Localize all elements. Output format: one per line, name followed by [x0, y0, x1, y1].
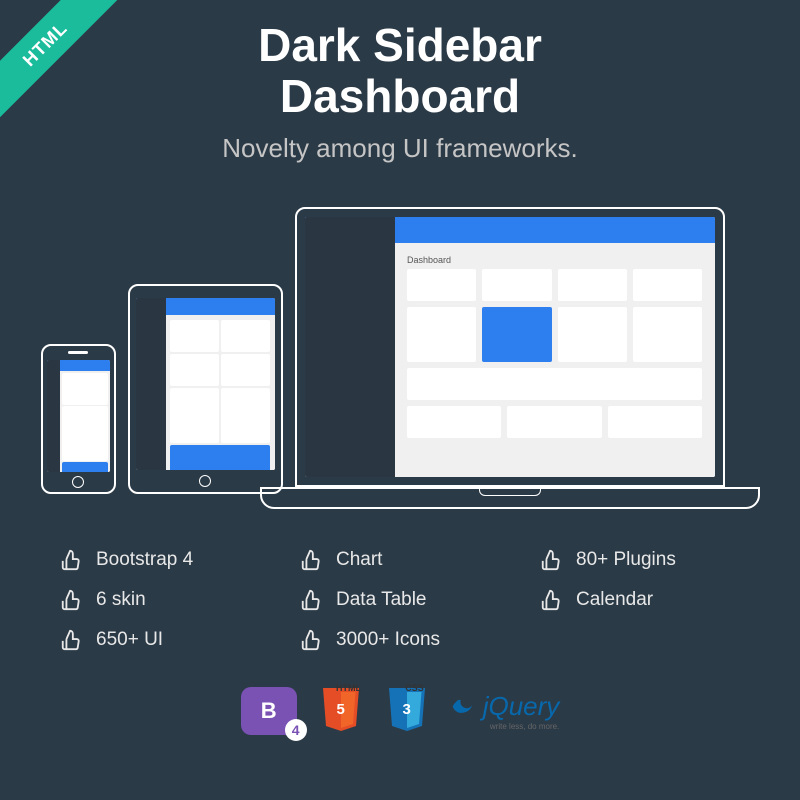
new-users-card: [407, 406, 501, 438]
mini-sidebar: [47, 360, 61, 472]
features-section: Bootstrap 4 6 skin 650+ UI Chart Data Ta…: [0, 524, 800, 671]
feature-chart: Chart: [300, 549, 500, 571]
feature-col-3: 80+ Plugins Calendar: [540, 549, 740, 651]
impressions-card: [608, 406, 702, 438]
stat-visitors: [633, 269, 702, 301]
stat-revenue: [407, 269, 476, 301]
thumbs-up-icon: [300, 549, 322, 571]
dashboard-title: Dashboard: [407, 255, 702, 265]
mini-content: [166, 315, 274, 470]
thumbs-up-icon: [540, 549, 562, 571]
thumbs-up-icon: [540, 589, 562, 611]
feature-ui: 650+ UI: [60, 629, 260, 651]
page-views-card: [482, 307, 551, 362]
ribbon-label: HTML: [0, 0, 119, 118]
city-stats-card: [407, 368, 702, 400]
jquery-logo: jQuery write less, do more.: [451, 691, 560, 731]
thumbs-up-icon: [60, 629, 82, 651]
laptop-screen: Dashboard: [305, 217, 715, 477]
tablet-mockup: [128, 284, 283, 494]
feature-bootstrap: Bootstrap 4: [60, 549, 260, 571]
hero-title: Dark Sidebar Dashboard: [0, 20, 800, 121]
laptop-base: [260, 487, 760, 509]
html5-logo: HTML 5: [319, 686, 363, 736]
jquery-wave-icon: [451, 693, 479, 721]
monthly-sale-card: [507, 406, 601, 438]
tablet-screen: [136, 298, 275, 470]
thumbs-up-icon: [60, 589, 82, 611]
thumbs-up-icon: [60, 549, 82, 571]
feature-calendar: Calendar: [540, 589, 740, 611]
feature-plugins: 80+ Plugins: [540, 549, 740, 571]
html-ribbon: HTML: [0, 0, 120, 120]
phone-mockup: [41, 344, 116, 494]
device-mockups: Dashboard: [0, 174, 800, 524]
thumbs-up-icon: [300, 589, 322, 611]
feature-col-1: Bootstrap 4 6 skin 650+ UI: [60, 549, 260, 651]
top-locations-card: [558, 307, 627, 362]
current-visitors-card: [633, 307, 702, 362]
bootstrap-logo: B 4: [241, 687, 297, 735]
hero-section: Dark Sidebar Dashboard Novelty among UI …: [0, 0, 800, 174]
css3-logo: CSS 3: [385, 686, 429, 736]
laptop-mockup: Dashboard: [295, 207, 760, 509]
phone-screen: [47, 360, 110, 472]
mini-content: Dashboard: [395, 243, 715, 477]
stat-sells: [482, 269, 551, 301]
feature-col-2: Chart Data Table 3000+ Icons: [300, 549, 500, 651]
analysis-card: [407, 307, 476, 362]
tech-logos: B 4 HTML 5 CSS 3 jQuery write less,: [0, 671, 800, 751]
stat-orders: [558, 269, 627, 301]
hero-subtitle: Novelty among UI frameworks.: [0, 133, 800, 164]
mini-sidebar: [136, 298, 167, 470]
mini-sidebar: [305, 217, 395, 477]
feature-icons: 3000+ Icons: [300, 629, 500, 651]
feature-datatable: Data Table: [300, 589, 500, 611]
thumbs-up-icon: [300, 629, 322, 651]
feature-skin: 6 skin: [60, 589, 260, 611]
mini-content: [60, 371, 109, 472]
